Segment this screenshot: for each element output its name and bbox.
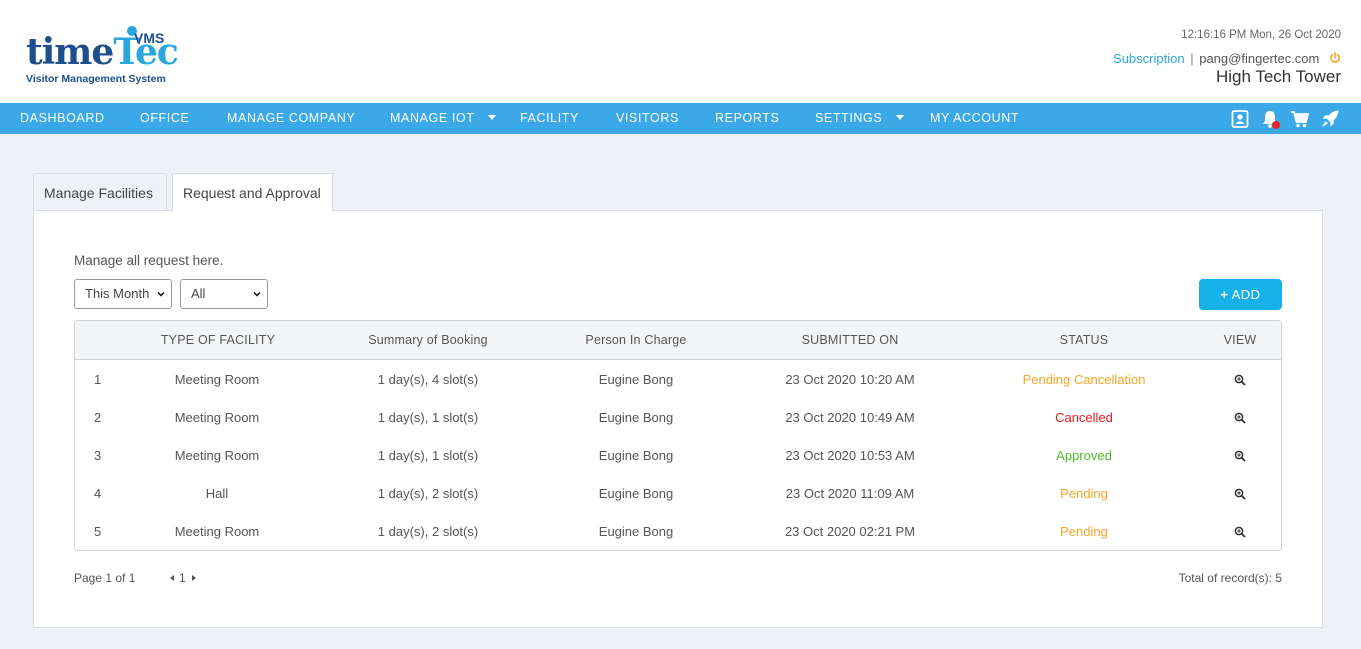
- zoom-view-icon[interactable]: [1234, 374, 1246, 386]
- building-name: High Tech Tower: [1215, 67, 1341, 86]
- zoom-view-icon[interactable]: [1234, 526, 1246, 538]
- chevron-down-icon: [896, 115, 905, 120]
- shopping-cart-icon[interactable]: [1290, 109, 1310, 129]
- power-icon[interactable]: [1329, 52, 1341, 64]
- period-select-value: This Month: [85, 286, 150, 301]
- nav-reports[interactable]: REPORTS: [715, 103, 779, 134]
- nav-manage-company[interactable]: MANAGE COMPANY: [227, 103, 355, 134]
- nav-manage-iot[interactable]: MANAGE IOT: [390, 103, 497, 134]
- user-bar: Subscription | pang@fingertec.com: [1113, 51, 1341, 67]
- pagination: 1: [170, 571, 196, 585]
- tab-request-and-approval[interactable]: Request and Approval: [172, 173, 333, 212]
- rocket-icon[interactable]: [1320, 109, 1340, 129]
- booking-summary: 1 day(s), 2 slot(s): [377, 524, 479, 539]
- row-number: 3: [94, 448, 102, 463]
- facility-type: Hall: [205, 486, 229, 501]
- chevron-down-icon: [488, 115, 497, 120]
- logo-subtitle: Visitor Management System: [26, 73, 166, 85]
- nav-settings-label: SETTINGS: [815, 111, 883, 125]
- table-row: 1 Meeting Room 1 day(s), 4 slot(s) Eugin…: [75, 361, 1281, 399]
- current-datetime: 12:16:16 PM Mon, 26 Oct 2020: [1181, 29, 1341, 41]
- table-row: 2 Meeting Room 1 day(s), 1 slot(s) Eugin…: [75, 399, 1281, 437]
- logo-vms: VMS: [134, 30, 165, 46]
- submitted-on: 23 Oct 2020 10:20 AM: [785, 372, 915, 387]
- app-header: timeTec VMS Visitor Management System 12…: [0, 0, 1361, 103]
- facility-type: Meeting Room: [174, 524, 260, 539]
- notification-badge: [1272, 121, 1280, 129]
- prev-page-icon[interactable]: [170, 575, 174, 581]
- row-number: 5: [94, 524, 102, 539]
- period-select[interactable]: This Month: [74, 279, 172, 309]
- booking-summary: 1 day(s), 2 slot(s): [377, 486, 479, 501]
- plus-icon: +: [1220, 287, 1229, 302]
- col-summary-of-booking[interactable]: Summary of Booking: [368, 321, 488, 360]
- status-select[interactable]: All: [180, 279, 268, 309]
- facility-type: Meeting Room: [174, 448, 260, 463]
- total-records: Total of record(s): 5: [1178, 571, 1282, 585]
- booking-summary: 1 day(s), 1 slot(s): [377, 448, 479, 463]
- page-info: Page 1 of 1: [74, 571, 136, 585]
- nav-facility[interactable]: FACILITY: [520, 103, 579, 134]
- status-badge: Approved: [1056, 448, 1112, 463]
- col-type-of-facility[interactable]: TYPE OF FACILITY: [161, 321, 275, 360]
- submitted-on: 23 Oct 2020 11:09 AM: [785, 486, 915, 501]
- nav-office[interactable]: OFFICE: [140, 103, 189, 134]
- chevron-down-icon: [253, 291, 261, 297]
- nav-settings[interactable]: SETTINGS: [815, 103, 905, 134]
- current-page[interactable]: 1: [179, 571, 186, 585]
- add-request-button[interactable]: + ADD: [1199, 279, 1282, 310]
- person-in-charge: Eugine Bong: [598, 524, 674, 539]
- person-in-charge: Eugine Bong: [598, 448, 674, 463]
- next-page-icon[interactable]: [191, 575, 196, 581]
- separator: |: [1190, 51, 1194, 66]
- status-select-value: All: [191, 286, 206, 301]
- booking-summary: 1 day(s), 1 slot(s): [377, 410, 479, 425]
- table-row: 5 Meeting Room 1 day(s), 2 slot(s) Eugin…: [75, 513, 1281, 550]
- submitted-on: 23 Oct 2020 10:53 AM: [785, 448, 915, 463]
- tab-manage-facilities[interactable]: Manage Facilities: [33, 173, 167, 211]
- header-info: 12:16:16 PM Mon, 26 Oct 2020 Subscriptio…: [1113, 28, 1341, 87]
- contact-card-icon[interactable]: [1230, 109, 1250, 129]
- submitted-on: 23 Oct 2020 02:21 PM: [784, 524, 916, 539]
- status-badge: Cancelled: [1055, 410, 1113, 425]
- col-status[interactable]: STATUS: [1060, 321, 1109, 360]
- main-nav: DASHBOARD OFFICE MANAGE COMPANY MANAGE I…: [0, 103, 1361, 134]
- person-in-charge: Eugine Bong: [598, 486, 674, 501]
- request-panel: Manage all request here. This Month All …: [33, 210, 1323, 628]
- row-number: 2: [94, 410, 102, 425]
- notification-bell-icon[interactable]: [1260, 109, 1280, 129]
- add-button-label: ADD: [1231, 287, 1261, 302]
- facility-type: Meeting Room: [174, 372, 260, 387]
- row-number: 1: [94, 372, 102, 387]
- table-row: 3 Meeting Room 1 day(s), 1 slot(s) Eugin…: [75, 437, 1281, 475]
- col-submitted-on[interactable]: SUBMITTED ON: [802, 321, 899, 360]
- facility-type: Meeting Room: [174, 410, 260, 425]
- zoom-view-icon[interactable]: [1234, 488, 1246, 500]
- status-badge: Pending: [1060, 524, 1108, 539]
- requests-table: TYPE OF FACILITY Summary of Booking Pers…: [74, 320, 1282, 551]
- subscription-link[interactable]: Subscription: [1113, 51, 1185, 66]
- row-number: 4: [94, 486, 102, 501]
- booking-summary: 1 day(s), 4 slot(s): [377, 372, 479, 387]
- person-in-charge: Eugine Bong: [598, 410, 674, 425]
- zoom-view-icon[interactable]: [1234, 450, 1246, 462]
- table-row: 4 Hall 1 day(s), 2 slot(s) Eugine Bong 2…: [75, 475, 1281, 513]
- zoom-view-icon[interactable]: [1234, 412, 1246, 424]
- status-badge: Pending Cancellation: [1022, 372, 1146, 387]
- user-email: pang@fingertec.com: [1199, 51, 1320, 66]
- col-view: VIEW: [1223, 333, 1257, 347]
- nav-dashboard[interactable]: DASHBOARD: [20, 103, 105, 134]
- table-header: TYPE OF FACILITY Summary of Booking Pers…: [75, 321, 1281, 360]
- nav-manage-iot-label: MANAGE IOT: [390, 111, 475, 125]
- submitted-on: 23 Oct 2020 10:49 AM: [785, 410, 915, 425]
- panel-description: Manage all request here.: [74, 253, 224, 268]
- person-in-charge: Eugine Bong: [598, 372, 674, 387]
- col-person-in-charge[interactable]: Person In Charge: [585, 321, 686, 360]
- nav-my-account[interactable]: MY ACCOUNT: [930, 103, 1019, 134]
- chevron-down-icon: [157, 291, 165, 297]
- status-badge: Pending: [1060, 486, 1108, 501]
- nav-visitors[interactable]: VISITORS: [616, 103, 679, 134]
- timetec-logo[interactable]: timeTec VMS Visitor Management System: [26, 26, 186, 90]
